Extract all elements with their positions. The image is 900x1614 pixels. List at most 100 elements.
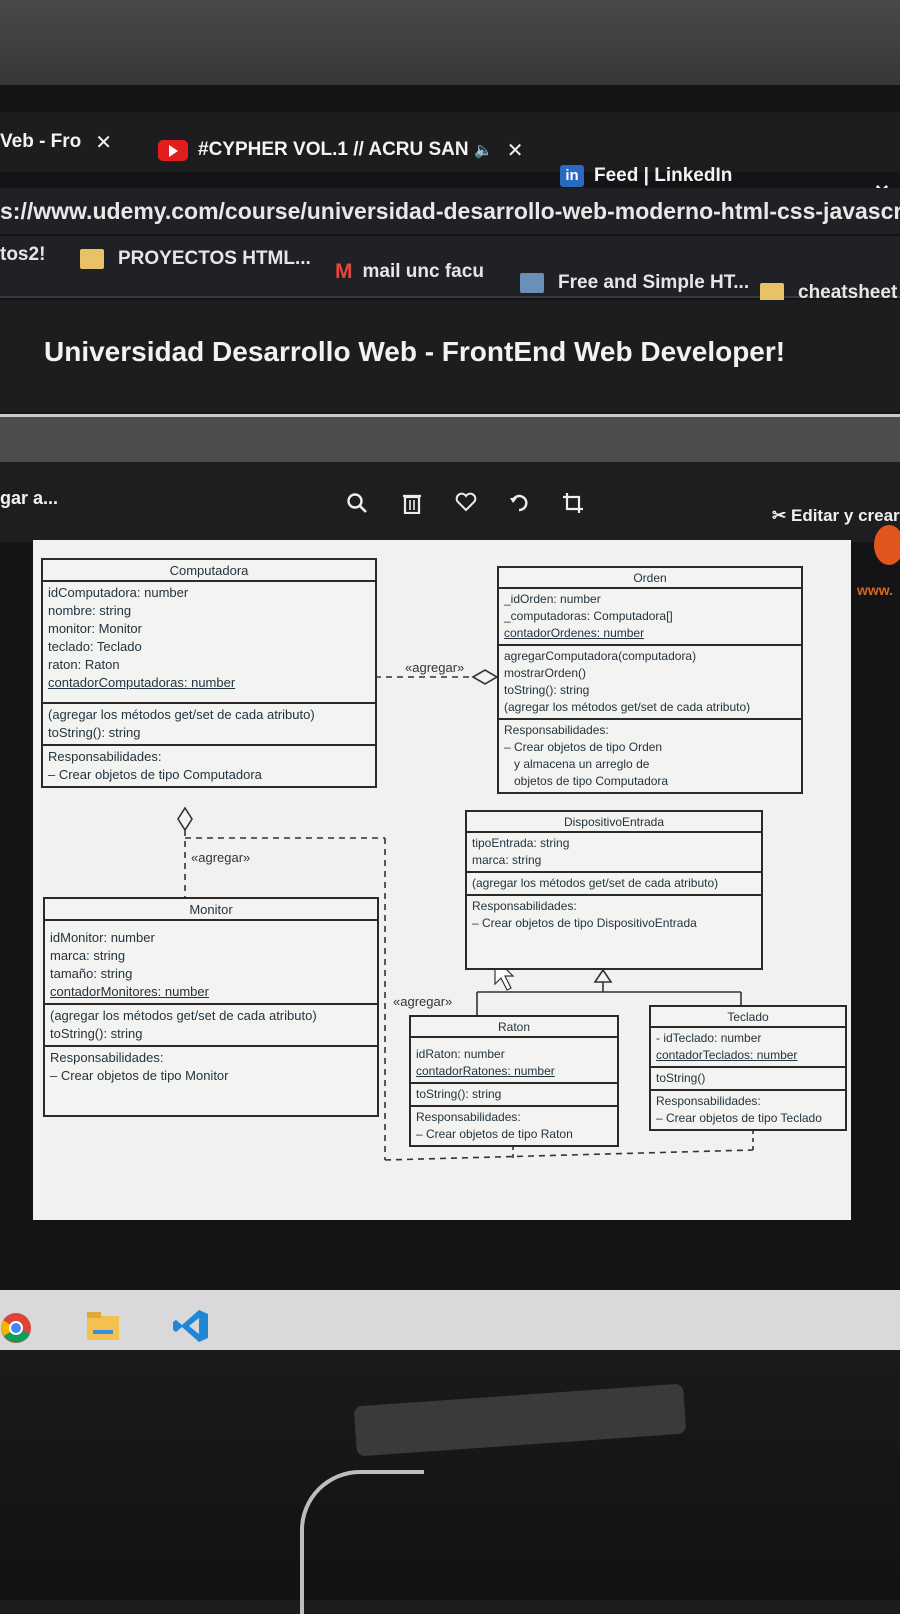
class-dispositivo-entrada: DispositivoEntrada tipoEntrada: string m… <box>465 810 763 970</box>
method: mostrarOrden() <box>504 666 587 680</box>
edit-and-create-button[interactable]: ✂ Editar y crear <box>772 506 900 526</box>
image-viewer-toolbar <box>0 462 900 542</box>
scissors-icon: ✂ <box>772 506 787 525</box>
attribute: idRaton: number <box>416 1047 505 1061</box>
notification-badge <box>874 525 900 565</box>
responsibility: Responsabilidades: <box>656 1094 761 1108</box>
class-methods: agregarComputadora(computadora) mostrarO… <box>499 646 801 720</box>
aggregation-diamond-icon <box>471 669 499 685</box>
attribute: _idOrden: number <box>504 592 601 606</box>
method: (agregar los métodos get/set de cada atr… <box>472 876 719 890</box>
class-name: DispositivoEntrada <box>467 812 761 833</box>
responsibility: – Crear objetos de tipo Teclado <box>656 1111 822 1125</box>
method: (agregar los métodos get/set de cada atr… <box>48 707 315 722</box>
crop-icon[interactable] <box>562 492 584 520</box>
class-attributes: tipoEntrada: string marca: string <box>467 833 761 873</box>
heart-icon[interactable] <box>455 492 477 518</box>
stereotype-label: «agregar» <box>405 660 465 675</box>
youtube-icon <box>158 139 188 161</box>
bookmark-item[interactable]: Free and Simple HT... <box>520 272 749 294</box>
page-title: Universidad Desarrollo Web - FrontEnd We… <box>44 336 786 367</box>
viewer-left-label: gar a... <box>0 488 59 508</box>
class-raton: Raton idRaton: number contadorRatones: n… <box>409 1015 619 1147</box>
file-explorer-icon[interactable] <box>85 1308 123 1344</box>
tab-udemy[interactable]: Veb - Fro ✕ <box>0 122 130 162</box>
class-methods: toString() <box>651 1068 845 1091</box>
class-responsibilities: Responsabilidades: – Crear objetos de ti… <box>43 746 375 786</box>
bookmark-item[interactable]: Mmail unc facu <box>335 260 484 284</box>
class-responsibilities: Responsabilidades: – Crear objetos de ti… <box>45 1047 377 1087</box>
tab-label: Veb - Fro <box>0 131 82 152</box>
search-icon[interactable] <box>346 492 368 520</box>
class-attributes: _idOrden: number _computadoras: Computad… <box>499 589 801 646</box>
method: (agregar los métodos get/set de cada atr… <box>504 700 751 714</box>
class-teclado: Teclado - idTeclado: number contadorTecl… <box>649 1005 847 1131</box>
class-methods: (agregar los métodos get/set de cada atr… <box>43 704 375 746</box>
trash-icon[interactable] <box>402 492 422 520</box>
attribute: marca: string <box>50 948 126 963</box>
static-attribute: contadorRatones: number <box>416 1064 555 1078</box>
class-computadora: Computadora idComputadora: number nombre… <box>41 558 377 788</box>
attribute: teclado: Teclado <box>48 639 142 654</box>
static-attribute: contadorComputadoras: number <box>48 675 236 690</box>
responsibility: Responsabilidades: <box>472 899 577 913</box>
page-icon <box>520 273 544 293</box>
static-attribute: contadorTeclados: number <box>656 1048 798 1062</box>
video-player-band <box>0 414 900 463</box>
responsibility: y almacena un arreglo de <box>514 757 650 771</box>
uml-class-diagram: «agregar» «agregar» «agregar» Computador… <box>33 540 851 1220</box>
attribute: idMonitor: number <box>50 930 155 945</box>
class-methods: (agregar los métodos get/set de cada atr… <box>45 1005 377 1047</box>
bookmark-item[interactable]: tos2! <box>0 244 45 266</box>
attribute: _computadoras: Computadora[] <box>504 609 673 623</box>
chrome-icon[interactable] <box>0 1308 38 1344</box>
class-methods: toString(): string <box>411 1084 617 1107</box>
responsibility: – Crear objetos de tipo Computadora <box>48 767 262 782</box>
responsibility: objetos de tipo Computadora <box>514 774 669 788</box>
desk-surface <box>0 1350 900 1600</box>
rotate-icon[interactable] <box>508 492 530 520</box>
inheritance-triangle-icon <box>593 968 613 983</box>
attribute: marca: string <box>472 853 542 867</box>
class-attributes: idMonitor: number marca: string tamaño: … <box>45 921 377 1005</box>
class-responsibilities: Responsabilidades: – Crear objetos de ti… <box>499 720 801 792</box>
attribute: raton: Raton <box>48 657 120 672</box>
bookmark-label: mail unc facu <box>362 261 484 282</box>
attribute: tamaño: string <box>50 966 133 981</box>
class-monitor: Monitor idMonitor: number marca: string … <box>43 897 379 1117</box>
responsibility: – Crear objetos de tipo Monitor <box>50 1068 229 1083</box>
static-attribute: contadorOrdenes: number <box>504 626 645 640</box>
address-bar[interactable]: s://www.udemy.com/course/universidad-des… <box>0 188 900 234</box>
method: toString() <box>656 1071 706 1085</box>
bookmark-label: tos2! <box>0 244 46 265</box>
responsibility: – Crear objetos de tipo DispositivoEntra… <box>472 916 697 930</box>
taskbar <box>0 1290 900 1350</box>
bookmark-item[interactable]: PROYECTOS HTML... <box>80 248 311 270</box>
method: agregarComputadora(computadora) <box>504 649 697 663</box>
class-attributes: idRaton: number contadorRatones: number <box>411 1038 617 1084</box>
vscode-icon[interactable] <box>172 1308 210 1344</box>
attribute: - idTeclado: number <box>656 1031 762 1045</box>
aggregation-diamond-icon <box>177 806 193 832</box>
method: toString(): string <box>504 683 590 697</box>
tab-youtube[interactable]: #CYPHER VOL.1 // ACRU SAN 🔈 ✕ <box>158 130 538 170</box>
tab-close-icon[interactable]: ✕ <box>507 138 524 163</box>
linkedin-icon: in <box>560 165 584 187</box>
tab-close-icon[interactable]: ✕ <box>95 130 112 155</box>
method: (agregar los métodos get/set de cada atr… <box>50 1008 317 1023</box>
class-responsibilities: Responsabilidades: – Crear objetos de ti… <box>467 896 761 934</box>
method: toString(): string <box>50 1026 143 1041</box>
tab-label: Feed | LinkedIn <box>594 165 733 186</box>
speaker-icon[interactable]: 🔈 <box>474 141 493 159</box>
method: toString(): string <box>48 725 141 740</box>
class-attributes: idComputadora: number nombre: string mon… <box>43 582 375 704</box>
class-responsibilities: Responsabilidades: – Crear objetos de ti… <box>651 1091 845 1129</box>
static-attribute: contadorMonitores: number <box>50 984 209 999</box>
class-name: Computadora <box>43 560 375 582</box>
responsibility: – Crear objetos de tipo Orden <box>504 740 663 754</box>
responsibility: Responsabilidades: <box>50 1050 164 1065</box>
responsibility: Responsabilidades: <box>48 749 162 764</box>
attribute: idComputadora: number <box>48 585 189 600</box>
class-name: Raton <box>411 1017 617 1038</box>
gmail-icon: M <box>335 260 353 283</box>
